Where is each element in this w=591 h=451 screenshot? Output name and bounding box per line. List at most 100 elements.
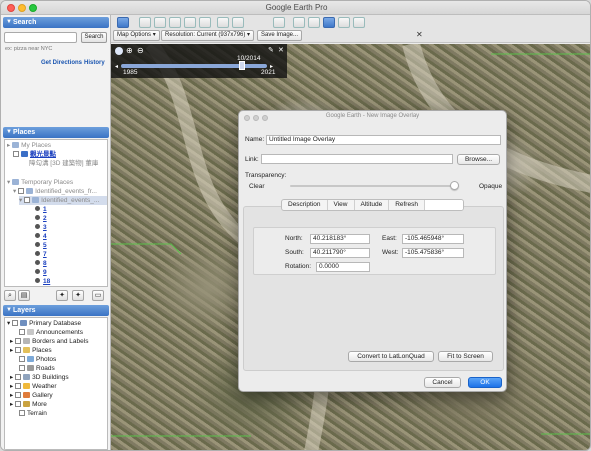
cancel-button[interactable]: Cancel: [424, 377, 461, 388]
historical-imagery-icon[interactable]: [217, 17, 229, 28]
tree-item-identified-events[interactable]: ▾ Identified_events_...: [19, 196, 107, 205]
layer-item[interactable]: Roads: [19, 364, 55, 373]
tab-refresh[interactable]: Refresh: [389, 200, 425, 210]
layer-item[interactable]: ▸ 3D Buildings: [10, 373, 69, 382]
panel-icon[interactable]: ▤: [18, 290, 30, 301]
name-field[interactable]: Untitled Image Overlay: [266, 135, 501, 145]
search-button[interactable]: Search: [81, 32, 107, 43]
list-item[interactable]: 7: [35, 250, 47, 259]
coordinates-panel: North: 40.218183° East: -105.465948° Sou…: [253, 227, 496, 275]
rotation-field[interactable]: 0.0000: [316, 262, 370, 272]
add-path-icon[interactable]: [169, 17, 181, 28]
tab-view[interactable]: View: [328, 200, 355, 210]
tab-description[interactable]: Description: [282, 200, 328, 210]
list-item[interactable]: 1: [35, 205, 47, 214]
email-icon[interactable]: [293, 17, 305, 28]
checkbox[interactable]: [13, 151, 19, 157]
list-item[interactable]: 3: [35, 223, 47, 232]
list-item[interactable]: 2: [35, 214, 47, 223]
link-field[interactable]: [261, 154, 453, 164]
layer-item[interactable]: ▸ Weather: [10, 382, 57, 391]
list-item[interactable]: 8: [35, 259, 47, 268]
checkbox[interactable]: [19, 365, 25, 371]
east-field[interactable]: -105.465948°: [402, 234, 464, 244]
save-image-button[interactable]: Save Image...: [257, 30, 303, 41]
tree-item-landmarks[interactable]: 觀光景點: [13, 150, 56, 159]
layer-item[interactable]: Terrain: [19, 409, 47, 418]
tree-item-identified-events-parent[interactable]: ▾ Identified_events_fr...: [13, 187, 97, 196]
layers-panel-header[interactable]: ▼ Layers: [3, 305, 109, 316]
move-down-icon[interactable]: ✦: [72, 290, 84, 301]
layer-item[interactable]: ▾ Primary Database: [7, 319, 81, 328]
print-icon[interactable]: [308, 17, 320, 28]
tab-altitude[interactable]: Altitude: [355, 200, 390, 210]
browse-button[interactable]: Browse...: [457, 154, 500, 165]
tree-item-temporary-places[interactable]: ▾ Temporary Places: [7, 178, 73, 187]
add-placemark-icon[interactable]: [139, 17, 151, 28]
rotation-label: Rotation:: [285, 263, 312, 270]
layer-item[interactable]: ▸ Gallery: [10, 391, 53, 400]
checkbox[interactable]: [18, 188, 25, 194]
clock-icon[interactable]: [115, 47, 123, 55]
step-back-icon[interactable]: ◂: [115, 63, 118, 70]
layers-tree: ▾ Primary Database Announcements ▸ Borde…: [4, 317, 108, 450]
checkbox[interactable]: [15, 347, 22, 353]
tree-item-3d-building[interactable]: 障勾溝 [3D 建築物] 董庫: [29, 159, 98, 168]
list-item[interactable]: 18: [35, 277, 50, 286]
add-folder-icon[interactable]: ▭: [92, 290, 104, 301]
layer-item[interactable]: ▸ Borders and Labels: [10, 337, 88, 346]
transparency-slider-knob[interactable]: [450, 181, 459, 190]
fit-to-screen-button[interactable]: Fit to Screen: [438, 351, 493, 362]
save-image-icon[interactable]: [323, 17, 335, 28]
resolution-dropdown[interactable]: Resolution: Current (937x796) ▾: [161, 30, 255, 41]
checkbox[interactable]: [19, 410, 25, 416]
wrench-icon[interactable]: ✎: [268, 46, 274, 54]
checkbox[interactable]: [12, 320, 19, 326]
close-icon[interactable]: ✕: [278, 46, 284, 54]
search-icon[interactable]: ⌕: [4, 290, 16, 301]
north-field[interactable]: 40.218183°: [310, 234, 370, 244]
places-panel-header[interactable]: ▼ Places: [3, 127, 109, 138]
search-panel-header[interactable]: ▼ Search: [3, 17, 109, 28]
zoom-out-icon[interactable]: ⊖: [137, 46, 144, 55]
sun-icon[interactable]: [232, 17, 244, 28]
timeline-thumb[interactable]: [239, 61, 245, 70]
west-field[interactable]: -105.475836°: [402, 248, 464, 258]
zoom-in-icon[interactable]: ⊕: [126, 46, 133, 55]
checkbox[interactable]: [19, 329, 25, 335]
ok-button[interactable]: OK: [468, 377, 502, 388]
move-up-icon[interactable]: ✦: [56, 290, 68, 301]
add-image-overlay-icon[interactable]: [184, 17, 196, 28]
checkbox[interactable]: [15, 392, 22, 398]
timeline-track[interactable]: [121, 64, 267, 68]
view-in-maps-icon[interactable]: [338, 17, 350, 28]
search-input[interactable]: [4, 32, 77, 43]
get-directions-link[interactable]: Get Directions: [41, 60, 82, 66]
layer-item[interactable]: ▸ More: [10, 400, 47, 409]
tree-item-my-places[interactable]: ▸ My Places: [7, 141, 51, 150]
south-field[interactable]: 40.211790°: [310, 248, 370, 258]
sidebar-toggle-icon[interactable]: [117, 17, 129, 28]
checkbox[interactable]: [15, 401, 22, 407]
checkbox[interactable]: [19, 356, 25, 362]
checkbox[interactable]: [15, 374, 22, 380]
layer-item[interactable]: Photos: [19, 355, 56, 364]
checkbox[interactable]: [24, 197, 31, 203]
earth-icon[interactable]: [353, 17, 365, 28]
layer-item[interactable]: ▸ Places: [10, 346, 52, 355]
checkbox[interactable]: [15, 338, 22, 344]
convert-latlonquad-button[interactable]: Convert to LatLonQuad: [348, 351, 434, 362]
list-item[interactable]: 4: [35, 232, 47, 241]
ruler-icon[interactable]: [273, 17, 285, 28]
history-link[interactable]: History: [84, 60, 105, 66]
list-item[interactable]: 5: [35, 241, 47, 250]
map-options-button[interactable]: Map Options ▾: [113, 30, 160, 41]
close-save-image-icon[interactable]: ✕: [416, 30, 423, 40]
transparency-slider[interactable]: [290, 185, 458, 187]
layer-item[interactable]: Announcements: [19, 328, 83, 337]
checkbox[interactable]: [15, 383, 22, 389]
record-tour-icon[interactable]: [199, 17, 211, 28]
list-item[interactable]: 9: [35, 268, 47, 277]
tab-location[interactable]: [424, 200, 463, 210]
add-polygon-icon[interactable]: [154, 17, 166, 28]
